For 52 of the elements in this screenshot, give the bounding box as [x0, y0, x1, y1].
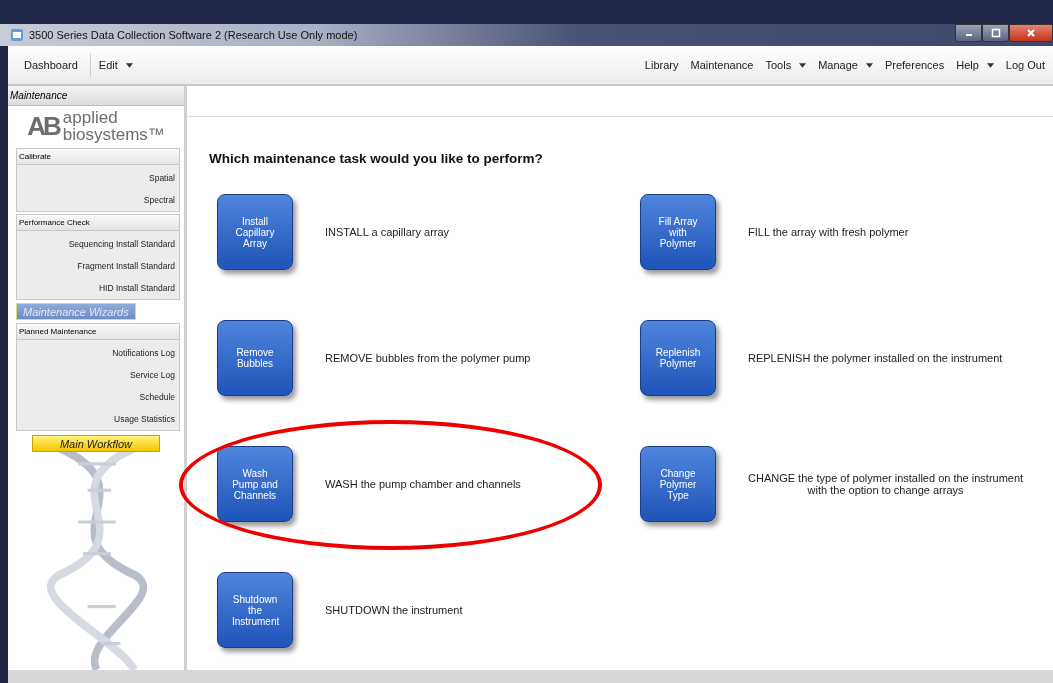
close-button[interactable] — [1009, 24, 1053, 42]
window-title: 3500 Series Data Collection Software 2 (Research Use Only mode) — [29, 29, 358, 41]
task-button[interactable]: Fill Array with Polymer — [640, 194, 716, 270]
group-header: Planned Maintenance — [17, 324, 179, 340]
logo-text: biosystems™ — [62, 126, 165, 143]
menu-button[interactable]: Manage — [814, 56, 877, 74]
task-button[interactable]: Install Capillary Array — [217, 194, 293, 270]
caret-icon — [986, 62, 994, 68]
task-description: INSTALL a capillary array — [325, 226, 450, 238]
app-icon — [10, 28, 24, 42]
task-description: WASH the pump chamber and channels — [325, 478, 521, 490]
minimize-button[interactable] — [955, 24, 982, 42]
maximize-button[interactable] — [982, 24, 1009, 42]
task-button[interactable]: Shutdown the Instrument — [217, 572, 293, 648]
menu-button[interactable]: Help — [952, 56, 998, 74]
task-button[interactable]: Replenish Polymer — [640, 320, 716, 396]
menu-button[interactable]: Edit — [94, 56, 137, 74]
main-workflow-button[interactable]: Main Workflow — [32, 435, 160, 452]
caret-icon — [865, 62, 873, 68]
menu-button[interactable]: Library — [640, 56, 683, 74]
menu-button[interactable]: Maintenance — [686, 56, 758, 74]
nav-link[interactable]: Service Log — [130, 364, 175, 386]
nav-link[interactable]: Spectral — [143, 189, 175, 211]
menu-button[interactable]: Log Out — [1001, 56, 1049, 74]
maximize-icon — [990, 28, 1001, 38]
group-header: Performance Check — [17, 215, 179, 231]
logo-mark: AB — [27, 110, 59, 142]
nav-link[interactable]: HID Install Standard — [98, 277, 175, 299]
nav-link[interactable]: Notifications Log — [112, 342, 175, 364]
logo-text: applied — [62, 109, 119, 126]
menu-button[interactable]: Tools — [761, 56, 811, 74]
nav-link[interactable]: Fragment Install Standard — [77, 255, 175, 277]
task-description: REPLENISH the polymer installed on the instrument — [748, 352, 1003, 364]
group-header: Calibrate — [17, 149, 179, 165]
nav-link[interactable]: Schedule — [139, 386, 175, 408]
nav-link[interactable]: Sequencing Install Standard — [68, 233, 175, 255]
panel-title: Maintenance — [8, 86, 184, 106]
task-description: SHUTDOWN the instrument — [325, 604, 463, 616]
caret-icon — [125, 62, 133, 68]
menu-button[interactable]: Dashboard — [20, 56, 82, 74]
nav-link[interactable]: Spatial — [149, 167, 175, 189]
question-heading: Which maintenance task would you like to perform? — [209, 151, 544, 166]
nav-link[interactable]: Usage Statistics — [114, 408, 175, 430]
close-icon — [1026, 28, 1036, 38]
task-button[interactable]: Change Polymer Type — [640, 446, 716, 522]
task-description: FILL the array with fresh polymer — [748, 226, 909, 238]
task-button[interactable]: Remove Bubbles — [217, 320, 293, 396]
menu-button[interactable]: Preferences — [880, 56, 949, 74]
task-description: CHANGE the type of polymer installed on the instrument with the option to change arrays — [748, 472, 1024, 496]
caret-icon — [799, 62, 807, 68]
task-button[interactable]: Wash Pump and Channels — [217, 446, 293, 522]
task-description: REMOVE bubbles from the polymer pump — [325, 352, 531, 364]
